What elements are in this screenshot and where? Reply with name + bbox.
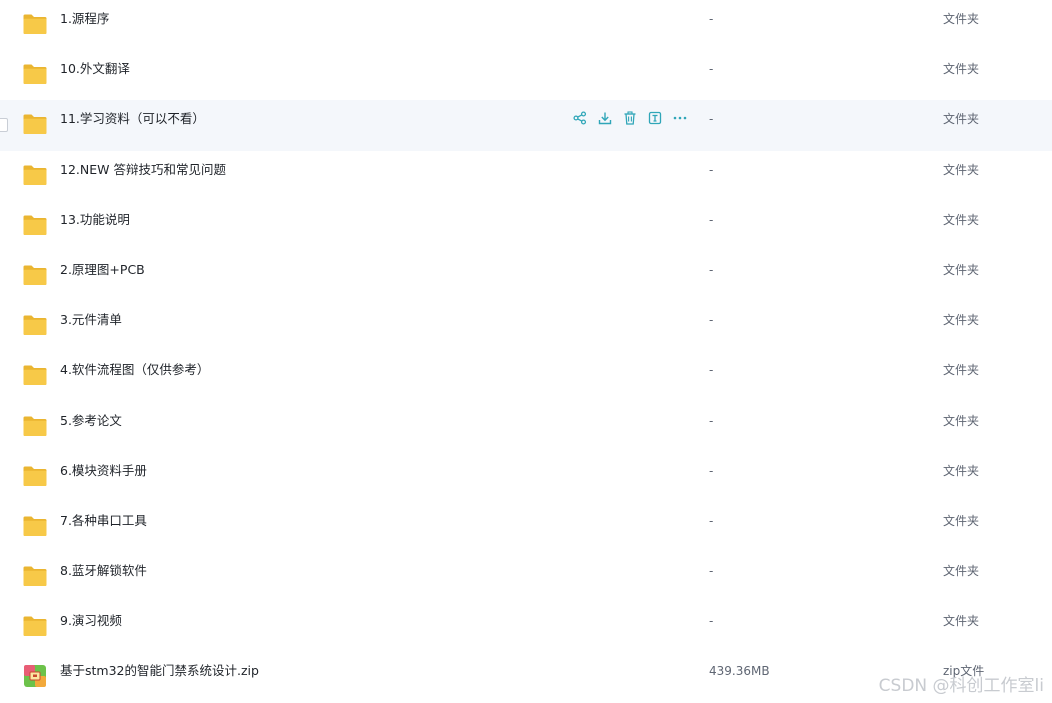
file-size: - [709,262,714,277]
file-row[interactable]: 13.功能说明 - 文件夹 [0,201,1052,251]
share-icon[interactable] [572,110,588,126]
folder-icon [22,464,48,488]
file-type: 文件夹 [943,413,980,428]
file-name[interactable]: 基于stm32的智能门禁系统设计.zip [60,652,259,702]
file-row[interactable]: 5.参考论文 - 文件夹 [0,402,1052,452]
file-size: - [709,62,714,77]
file-name[interactable]: 7.各种串口工具 [60,502,147,552]
file-size: 439.36MB [709,664,770,679]
file-row[interactable]: 7.各种串口工具 - 文件夹 [0,502,1052,552]
file-size: - [709,413,714,428]
folder-icon [22,12,48,36]
file-row[interactable]: 8.蓝牙解锁软件 - 文件夹 [0,552,1052,602]
file-row[interactable]: 4.软件流程图（仅供参考） - 文件夹 [0,351,1052,401]
file-name[interactable]: 10.外文翻译 [60,50,130,100]
file-row[interactable]: 6.模块资料手册 - 文件夹 [0,452,1052,502]
file-size: - [709,212,714,227]
file-name[interactable]: 2.原理图+PCB [60,251,145,301]
more-icon[interactable] [672,110,688,126]
file-name[interactable]: 4.软件流程图（仅供参考） [60,351,209,401]
file-type: 文件夹 [943,162,980,177]
file-type: 文件夹 [943,363,980,378]
file-size: - [709,614,714,629]
download-icon[interactable] [597,110,613,126]
zip-archive-icon [22,664,48,688]
file-type: 文件夹 [943,262,980,277]
file-size: - [709,363,714,378]
folder-icon [22,414,48,438]
file-type: 文件夹 [943,463,980,478]
file-size: - [709,12,714,26]
file-name[interactable]: 12.NEW 答辩技巧和常见问题 [60,151,226,201]
watermark: CSDN @科创工作室li [878,676,1044,696]
file-type: 文件夹 [943,62,980,77]
file-type: 文件夹 [943,112,980,127]
folder-icon [22,564,48,588]
folder-icon [22,614,48,638]
folder-icon [22,363,48,387]
file-size: - [709,162,714,177]
file-name[interactable]: 11.学习资料（可以不看） [60,100,205,150]
file-size: - [709,513,714,528]
file-name[interactable]: 9.演习视频 [60,602,122,652]
file-size: - [709,463,714,478]
folder-icon [22,313,48,337]
delete-icon[interactable] [622,110,638,126]
file-size: - [709,112,714,127]
folder-icon [22,163,48,187]
file-name[interactable]: 3.元件清单 [60,301,122,351]
file-row[interactable]: 9.演习视频 - 文件夹 [0,602,1052,652]
file-name[interactable]: 1.源程序 [60,0,109,50]
folder-icon [22,263,48,287]
file-row[interactable]: 2.原理图+PCB - 文件夹 [0,251,1052,301]
file-size: - [709,313,714,328]
file-row-hovered[interactable]: 11.学习资料（可以不看） - 文件夹 [0,100,1052,151]
file-type: 文件夹 [943,513,980,528]
file-size: - [709,564,714,579]
folder-icon [22,112,48,136]
file-name[interactable]: 6.模块资料手册 [60,452,147,502]
file-row[interactable]: 3.元件清单 - 文件夹 [0,301,1052,351]
row-actions [572,110,688,130]
file-name[interactable]: 8.蓝牙解锁软件 [60,552,147,602]
row-checkbox[interactable] [0,118,8,133]
file-type: 文件夹 [943,564,980,579]
file-type: 文件夹 [943,614,980,629]
rename-icon[interactable] [647,110,663,126]
file-name[interactable]: 13.功能说明 [60,201,130,251]
file-type: 文件夹 [943,12,980,26]
file-type: 文件夹 [943,313,980,328]
folder-icon [22,213,48,237]
folder-icon [22,62,48,86]
file-list: 1.源程序 - 文件夹 10.外文翻译 - 文件夹 11.学习资料（可以不看） [0,0,1052,703]
folder-icon [22,514,48,538]
file-row[interactable]: 1.源程序 - 文件夹 [0,0,1052,50]
file-row[interactable]: 12.NEW 答辩技巧和常见问题 - 文件夹 [0,151,1052,201]
file-type: 文件夹 [943,212,980,227]
file-row[interactable]: 10.外文翻译 - 文件夹 [0,50,1052,100]
file-name[interactable]: 5.参考论文 [60,402,122,452]
